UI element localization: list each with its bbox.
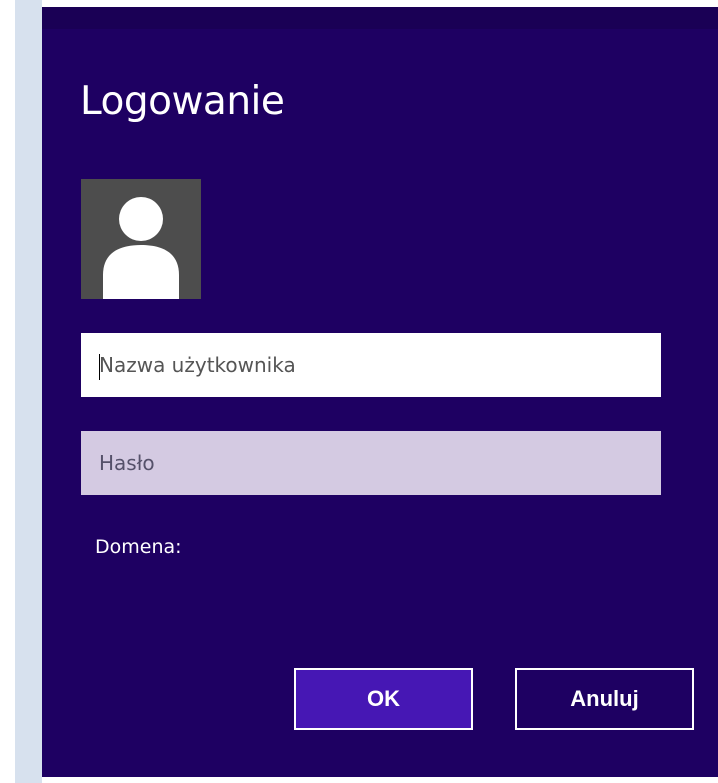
login-dialog: Logowanie Domena: OK Anuluj [42, 7, 718, 777]
ok-button[interactable]: OK [294, 668, 473, 730]
cancel-button[interactable]: Anuluj [515, 668, 694, 730]
user-silhouette-icon [103, 197, 179, 299]
window-edge [0, 0, 15, 783]
dialog-title: Logowanie [80, 79, 285, 124]
user-avatar [81, 179, 201, 299]
window-frame [15, 0, 42, 783]
dialog-top-bar [42, 7, 718, 29]
username-input[interactable] [81, 333, 661, 397]
domain-label: Domena: [95, 536, 182, 558]
text-caret [99, 354, 100, 380]
password-input[interactable] [81, 431, 661, 495]
